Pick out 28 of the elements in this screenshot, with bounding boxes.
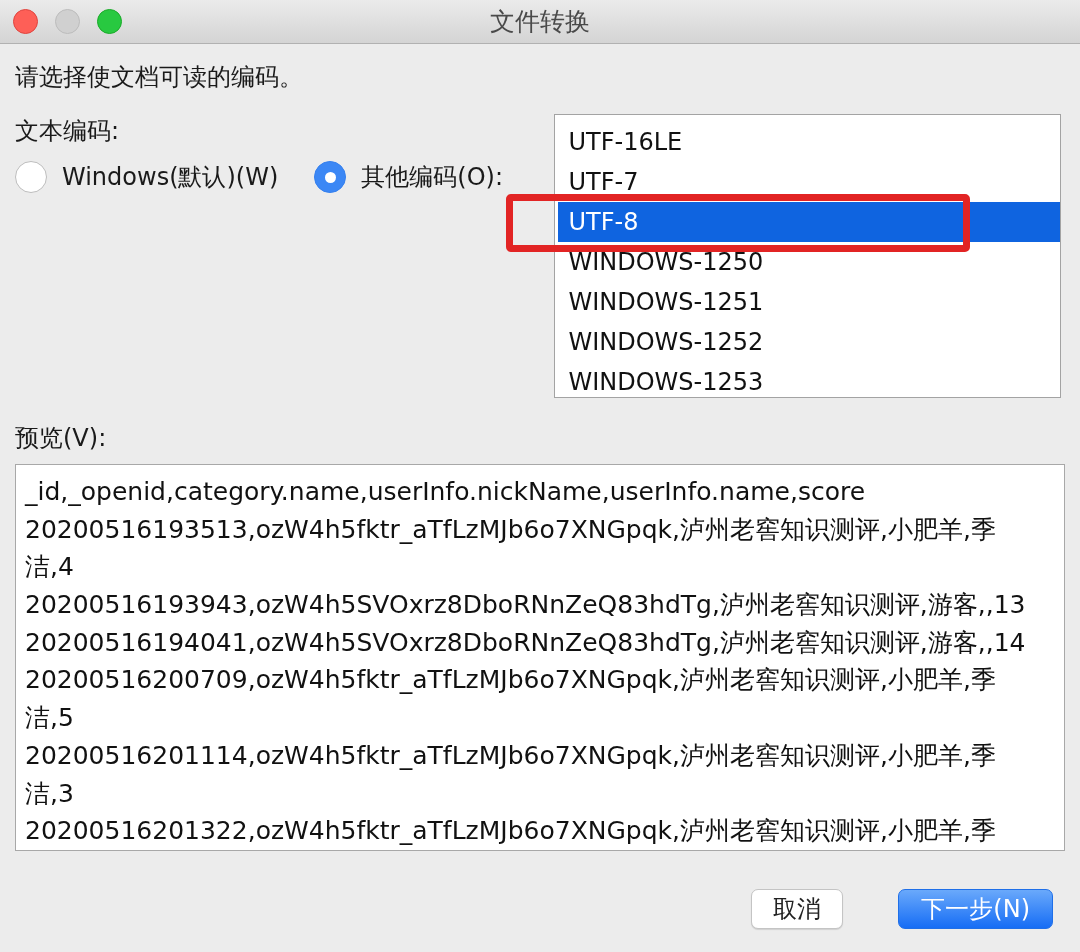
list-item[interactable]: WINDOWS-1252 [558,322,1060,362]
preview-line: _id,_openid,category.name,userInfo.nickName,userInfo.name,score [25,476,867,508]
list-item[interactable]: UTF-8 [558,202,1060,242]
preview-label: 预览(V): [15,425,108,451]
radio-button[interactable] [15,161,47,193]
radio-label[interactable]: 其他编码(O): [361,162,504,192]
list-item[interactable]: UTF-16LE [558,122,1060,162]
preview-line: 洁,4 [25,551,75,584]
preview-line: 20200516200709,ozW4h5fktr_aTfLzMJb6o7XNGpqk,泸州老窖知识测评,小肥羊,季 [25,664,997,697]
preview-line: 20200516193943,ozW4h5SVOxrz8DboRNnZeQ83hdTg,泸州老窖知识测评,游客,,13 [25,589,1027,622]
preview-line: 20200516201114,ozW4h5fktr_aTfLzMJb6o7XNGpqk,泸州老窖知识测评,小肥羊,季 [25,739,997,772]
preview-line: 20200516194041,ozW4h5SVOxrz8DboRNnZeQ83hdTg,泸州老窖知识测评,游客,,14 [25,626,1027,659]
list-item[interactable]: UTF-7 [558,162,1060,202]
close-button[interactable] [13,9,38,34]
preview-line: 洁,3 [25,777,75,810]
list-item[interactable]: WINDOWS-1251 [558,282,1060,322]
preview-line: 20200516201322,ozW4h5fktr_aTfLzMJb6o7XNGpqk,泸州老窖知识测评,小肥羊,季 [25,815,997,848]
instruction-text: 请选择使文档可读的编码。 [15,64,304,90]
zoom-button[interactable] [97,9,122,34]
list-item[interactable]: WINDOWS-1250 [558,242,1060,282]
list-item[interactable]: WINDOWS-1253 [558,362,1060,397]
radio-label[interactable]: Windows(默认)(W) [62,162,279,192]
preview-line: 20200516193513,ozW4h5fktr_aTfLzMJb6o7XNGpqk,泸州老窖知识测评,小肥羊,季 [25,513,997,546]
preview-line: 洁,5 [25,702,75,735]
radio-button[interactable] [314,161,347,193]
encoding-label: 文本编码: [15,116,121,144]
window-title: 文件转换 [490,6,590,37]
cancel-button[interactable]: 取消 [751,889,844,929]
